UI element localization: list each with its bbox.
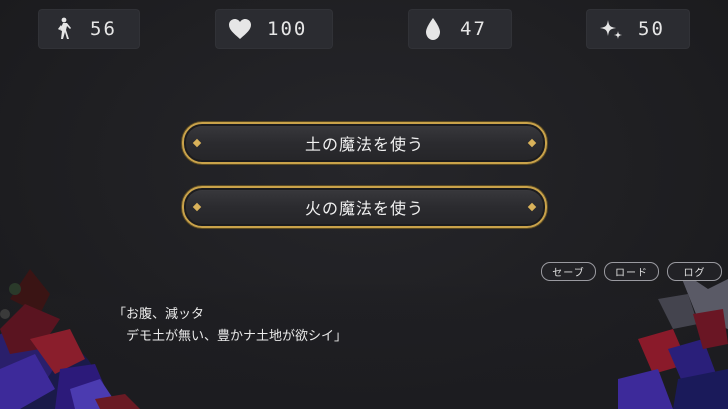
steps-stat: 56 bbox=[38, 9, 140, 49]
heart-icon bbox=[227, 16, 253, 42]
foliage-decoration-right bbox=[618, 269, 728, 409]
load-button[interactable]: ロード bbox=[604, 262, 659, 281]
water-stat: 47 bbox=[408, 9, 512, 49]
diamond-ornament-icon bbox=[527, 138, 537, 148]
choice-label: 土の魔法を使う bbox=[304, 135, 424, 154]
choice-fire-magic-button[interactable]: 火の魔法を使う bbox=[182, 186, 547, 228]
health-value: 100 bbox=[267, 18, 308, 40]
dialogue-line-1: 「お腹、減ッタ bbox=[113, 307, 205, 322]
dialogue-text: 「お腹、減ッタ デモ土が無い、豊かナ土地が欲シイ」 bbox=[113, 304, 347, 348]
choice-label: 火の魔法を使う bbox=[304, 199, 424, 218]
diamond-ornament-icon bbox=[192, 202, 202, 212]
walking-person-icon bbox=[50, 16, 76, 42]
steps-value: 56 bbox=[90, 18, 117, 40]
magic-value: 50 bbox=[638, 18, 665, 40]
sparkle-icon bbox=[598, 16, 624, 42]
water-value: 47 bbox=[460, 18, 487, 40]
health-stat: 100 bbox=[215, 9, 333, 49]
log-button[interactable]: ログ bbox=[667, 262, 722, 281]
save-button[interactable]: セーブ bbox=[541, 262, 596, 281]
game-screen: 56 100 47 50 土の魔法を使う 火の魔法を使う 「お腹、減ッタ デモ土… bbox=[0, 0, 728, 409]
dialogue-line-2: デモ土が無い、豊かナ土地が欲シイ」 bbox=[113, 329, 348, 344]
magic-stat: 50 bbox=[586, 9, 690, 49]
diamond-ornament-icon bbox=[192, 138, 202, 148]
water-drop-icon bbox=[420, 16, 446, 42]
choice-earth-magic-button[interactable]: 土の魔法を使う bbox=[182, 122, 547, 164]
diamond-ornament-icon bbox=[527, 202, 537, 212]
